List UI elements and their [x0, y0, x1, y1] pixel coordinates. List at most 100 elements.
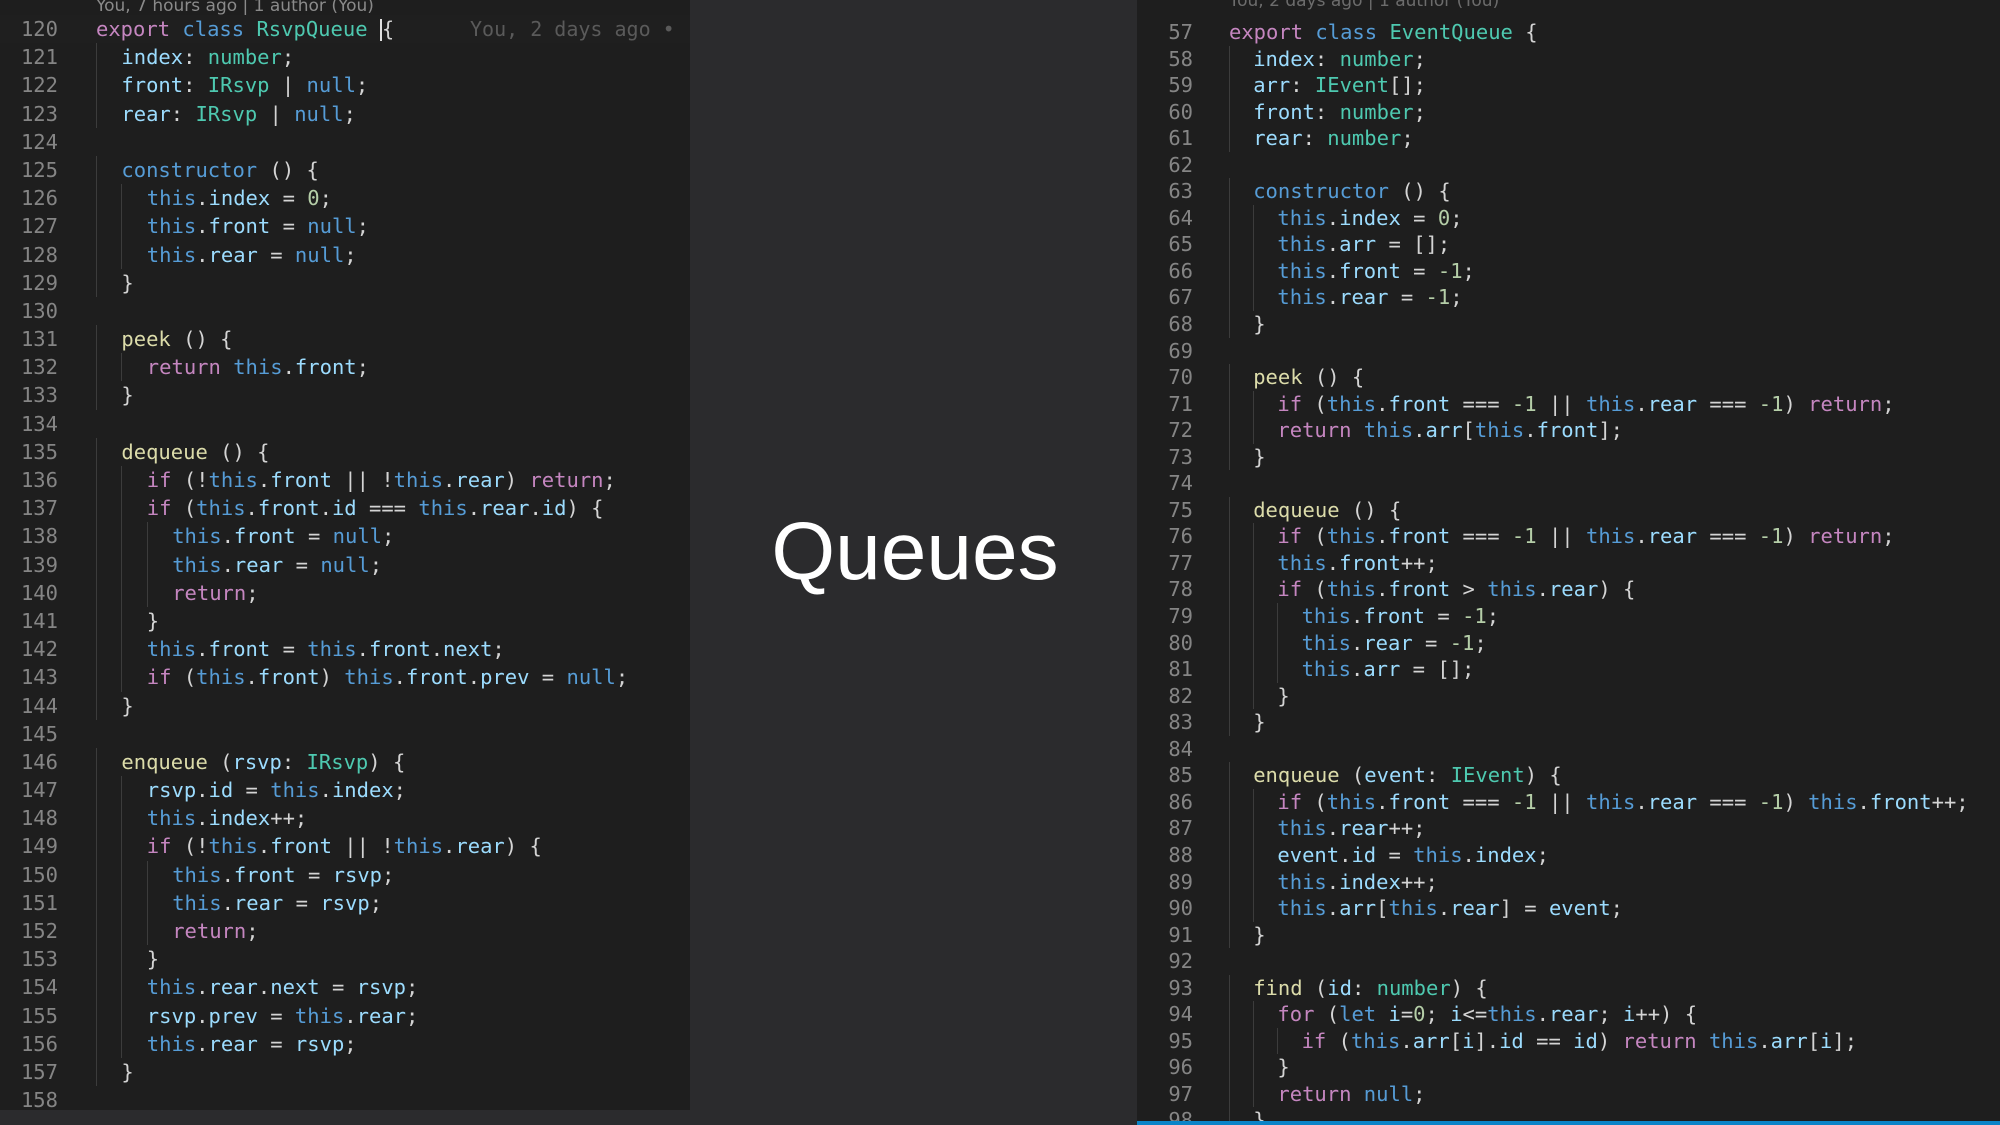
code-line[interactable]: 121 index: number;: [0, 43, 690, 72]
code-line[interactable]: 128 this.rear = null;: [0, 240, 690, 269]
code-line[interactable]: 129}: [0, 268, 690, 297]
code-line[interactable]: 72 return this.arr[this.front];: [1137, 417, 2000, 444]
code-area[interactable]: 57 export class EventQueue {58 index: numb…: [1137, 19, 2000, 1125]
codelens-blame-header[interactable]: You, 2 days ago | 1 author (You): [1229, 0, 1499, 11]
code-line[interactable]: 77 this.front++;: [1137, 549, 2000, 577]
code-text[interactable]: return;: [172, 917, 258, 945]
code-line[interactable]: 66 this.front = -1;: [1137, 257, 2000, 285]
code-text[interactable]: rear: IRsvp | null;: [121, 100, 356, 128]
code-text[interactable]: return null;: [1277, 1081, 1425, 1108]
code-line[interactable]: 61 rear: number;: [1137, 125, 2000, 152]
code-line[interactable]: 127 this.front = null;: [0, 212, 690, 241]
code-line[interactable]: 145: [0, 720, 690, 748]
code-text[interactable]: this.front = -1;: [1302, 603, 1500, 630]
code-text[interactable]: export class EventQueue {: [1229, 19, 1538, 46]
code-text[interactable]: for (let i=0; i<=this.rear; i++) {: [1277, 1001, 1697, 1028]
code-line[interactable]: 134: [0, 410, 690, 438]
code-text[interactable]: return this.front;: [147, 353, 369, 381]
code-text[interactable]: }: [121, 692, 133, 720]
code-line[interactable]: 154 this.rear.next = rsvp;: [0, 973, 690, 1002]
code-text[interactable]: if (!this.front || !this.rear) return;: [147, 466, 616, 494]
code-text[interactable]: front: IRsvp | null;: [121, 71, 368, 99]
code-line[interactable]: 70 peek () {: [1137, 364, 2000, 391]
code-text[interactable]: this.front = null;: [172, 522, 394, 550]
code-line[interactable]: 156 this.rear = rsvp;: [0, 1029, 690, 1058]
code-line[interactable]: 151 this.rear = rsvp;: [0, 888, 690, 917]
code-text[interactable]: }: [121, 1058, 133, 1086]
code-line[interactable]: 148 this.index++;: [0, 804, 690, 833]
code-line[interactable]: 133}: [0, 381, 690, 410]
code-text[interactable]: rsvp.prev = this.rear;: [147, 1002, 419, 1030]
code-line[interactable]: 76 if (this.front === -1 || this.rear ===…: [1137, 523, 2000, 550]
code-text[interactable]: this.front = -1;: [1277, 258, 1475, 285]
code-line[interactable]: 75 dequeue () {: [1137, 496, 2000, 524]
code-line[interactable]: 83}: [1137, 709, 2000, 736]
code-line[interactable]: 147 rsvp.id = this.index;: [0, 776, 690, 805]
code-text[interactable]: this.arr = [];: [1302, 656, 1475, 683]
code-text[interactable]: peek () {: [1253, 364, 1364, 391]
code-line[interactable]: 86 if (this.front === -1 || this.rear ===…: [1137, 788, 2000, 816]
code-text[interactable]: front: number;: [1253, 99, 1426, 126]
code-line[interactable]: 81 this.arr = [];: [1137, 656, 2000, 683]
code-line[interactable]: 79 this.front = -1;: [1137, 603, 2000, 630]
code-text[interactable]: find (id: number) {: [1253, 975, 1488, 1002]
code-line[interactable]: 146 enqueue (rsvp: IRsvp) {: [0, 747, 690, 777]
inline-blame-annotation[interactable]: You, 2 days ago •: [470, 15, 675, 43]
code-line[interactable]: 62: [1137, 152, 2000, 179]
code-line[interactable]: 125 constructor () {: [0, 155, 690, 185]
code-line[interactable]: 74: [1137, 470, 2000, 497]
code-line[interactable]: 153}: [0, 945, 690, 974]
code-line[interactable]: 63 constructor () {: [1137, 178, 2000, 205]
code-text[interactable]: export class RsvpQueue {: [96, 15, 394, 43]
code-line[interactable]: 136 if (!this.front || !this.rear) return…: [0, 466, 690, 495]
code-text[interactable]: this.rear = rsvp;: [147, 1030, 357, 1058]
code-text[interactable]: constructor () {: [121, 156, 318, 184]
code-text[interactable]: this.front = null;: [147, 212, 369, 240]
code-line[interactable]: 126 this.index = 0;: [0, 184, 690, 213]
code-line[interactable]: 92: [1137, 948, 2000, 975]
code-text[interactable]: if (this.front === -1 || this.rear === -…: [1277, 789, 1968, 816]
code-text[interactable]: }: [147, 945, 159, 973]
code-text[interactable]: this.front = rsvp;: [172, 861, 394, 889]
code-text[interactable]: if (this.front) this.front.prev = null;: [147, 663, 628, 691]
code-text[interactable]: this.index++;: [147, 804, 307, 832]
code-text[interactable]: rear: number;: [1253, 125, 1413, 152]
code-line[interactable]: 73}: [1137, 443, 2000, 471]
code-text[interactable]: }: [1277, 1054, 1289, 1081]
code-text[interactable]: this.front = this.front.next;: [147, 635, 505, 663]
code-line[interactable]: 135 dequeue () {: [0, 437, 690, 466]
code-line[interactable]: 87 this.rear++;: [1137, 815, 2000, 842]
code-line[interactable]: 68}: [1137, 311, 2000, 338]
code-line[interactable]: 67 this.rear = -1;: [1137, 284, 2000, 312]
code-line[interactable]: 144}: [0, 691, 690, 720]
code-line[interactable]: 93 find (id: number) {: [1137, 974, 2000, 1002]
code-line[interactable]: 140 return;: [0, 578, 690, 607]
code-line[interactable]: 155 rsvp.prev = this.rear;: [0, 1001, 690, 1030]
code-text[interactable]: this.front++;: [1277, 550, 1437, 577]
code-text[interactable]: this.rear = null;: [172, 551, 382, 579]
code-text[interactable]: if (!this.front || !this.rear) {: [147, 832, 542, 860]
code-line[interactable]: 97 return null;: [1137, 1080, 2000, 1108]
code-line[interactable]: 80 this.rear = -1;: [1137, 629, 2000, 657]
code-line[interactable]: 78 if (this.front > this.rear) {: [1137, 576, 2000, 604]
code-text[interactable]: dequeue () {: [121, 438, 269, 466]
code-line[interactable]: 95 if (this.arr[i].id == id) return this.…: [1137, 1027, 2000, 1055]
code-text[interactable]: this.rear.next = rsvp;: [147, 973, 419, 1001]
code-area[interactable]: 120 export class RsvpQueue {You, 2 days a…: [0, 15, 690, 1110]
code-text[interactable]: this.arr = [];: [1277, 231, 1450, 258]
code-text[interactable]: this.index = 0;: [147, 184, 332, 212]
code-text[interactable]: }: [121, 381, 133, 409]
code-text[interactable]: arr: IEvent[];: [1253, 72, 1426, 99]
code-line[interactable]: 142 this.front = this.front.next;: [0, 635, 690, 664]
code-line[interactable]: 57 export class EventQueue {: [1137, 19, 2000, 46]
code-text[interactable]: this.rear = -1;: [1277, 284, 1462, 311]
code-text[interactable]: }: [1253, 444, 1265, 471]
code-text[interactable]: peek () {: [121, 325, 232, 353]
code-text[interactable]: this.index++;: [1277, 869, 1437, 896]
code-line[interactable]: 130: [0, 297, 690, 325]
code-text[interactable]: return;: [172, 579, 258, 607]
code-line[interactable]: 157}: [0, 1057, 690, 1087]
code-text[interactable]: this.rear++;: [1277, 815, 1425, 842]
code-line[interactable]: 152 return;: [0, 917, 690, 946]
codelens-blame-header[interactable]: You, 7 hours ago | 1 author (You): [96, 0, 374, 16]
